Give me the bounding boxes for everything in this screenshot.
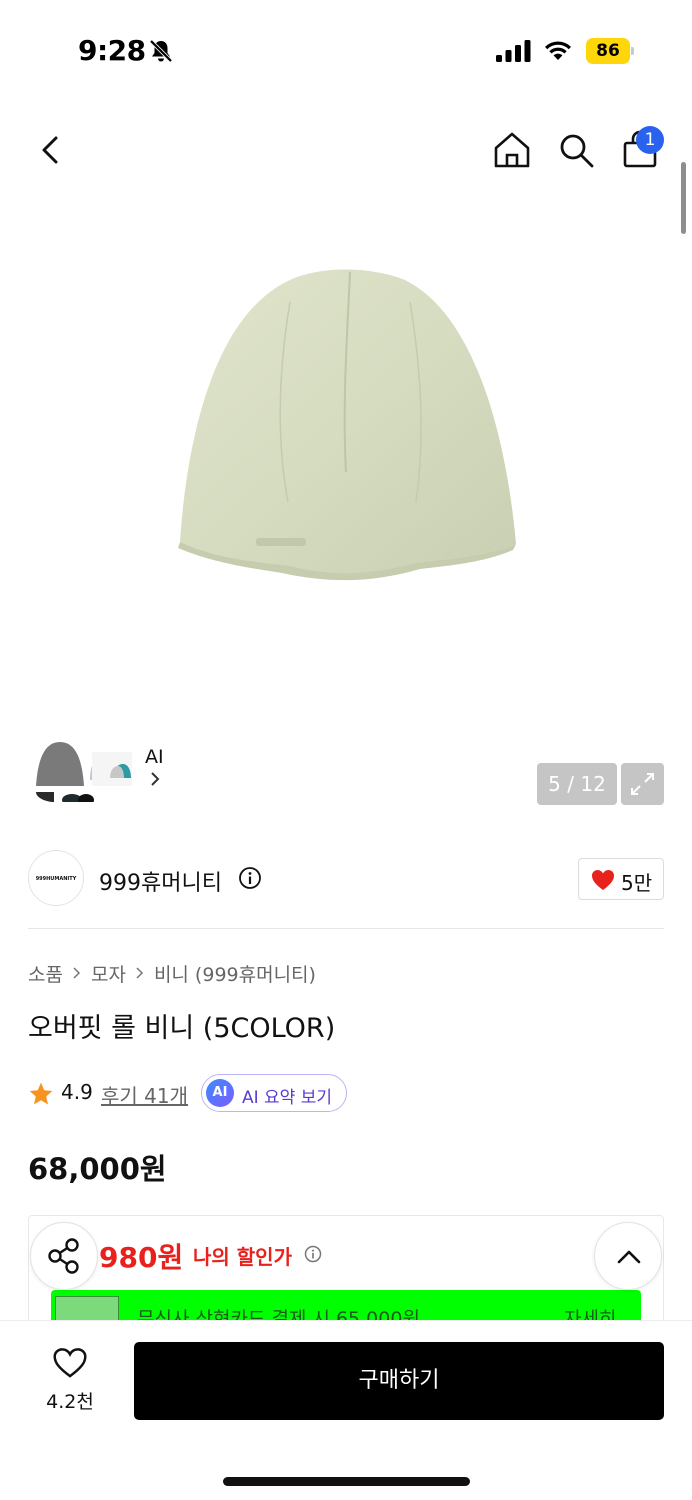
rating-row: 4.9 후기 41개 AI AI 요약 보기	[28, 1074, 668, 1112]
buy-button[interactable]: 구매하기	[134, 1342, 664, 1420]
brand-like-button[interactable]: 5만	[578, 858, 664, 900]
share-button[interactable]	[30, 1222, 98, 1290]
breadcrumb-item[interactable]: 모자	[91, 960, 126, 987]
brand-row: 999HUMANITY 999휴머니티 5만	[28, 850, 664, 908]
product-title: 오버핏 롤 비니 (5COLOR)	[28, 1013, 336, 1044]
brand-logo[interactable]: 999HUMANITY	[28, 850, 84, 906]
battery-tip	[631, 47, 634, 55]
rating-value: 4.9	[61, 1080, 93, 1104]
review-link[interactable]: 후기 41개	[101, 1080, 188, 1109]
discount-price: 980원	[99, 1241, 184, 1274]
bottom-action-bar: 4.2천 구매하기	[0, 1320, 692, 1500]
chevron-right-icon	[73, 967, 81, 979]
product-image[interactable]	[170, 262, 522, 582]
image-page-counter: 5 / 12	[537, 763, 617, 805]
top-nav	[0, 120, 692, 180]
thumbnail-image	[32, 736, 136, 802]
ai-thumbnail-card[interactable]: AI	[28, 732, 176, 806]
brand-name[interactable]: 999휴머니티	[99, 865, 222, 897]
home-indicator[interactable]	[223, 1477, 470, 1486]
signal-icon	[496, 40, 531, 62]
product-price: 68,000원	[28, 1152, 167, 1186]
ai-badge-icon: AI	[206, 1079, 234, 1107]
home-icon[interactable]	[490, 128, 534, 172]
share-icon	[48, 1238, 79, 1274]
wishlist-count: 4.2천	[46, 1391, 94, 1413]
battery-level: 86	[586, 38, 630, 64]
ai-summary-label: AI 요약 보기	[242, 1088, 333, 1108]
expand-icon[interactable]	[621, 763, 664, 805]
info-icon[interactable]	[238, 866, 262, 890]
info-icon[interactable]	[304, 1245, 322, 1263]
scroll-indicator	[681, 162, 686, 234]
wifi-icon	[545, 41, 571, 60]
ai-summary-button[interactable]: AI AI 요약 보기	[201, 1074, 347, 1112]
back-icon[interactable]	[32, 128, 68, 172]
battery-indicator: 86	[586, 38, 634, 64]
heart-icon	[592, 870, 614, 890]
brand-like-count: 5만	[621, 871, 653, 895]
chevron-right-icon	[136, 967, 143, 979]
discount-card: 980원 나의 할인가 무신사 상현카드 결제 시 65,000원 자세히	[28, 1215, 664, 1325]
scroll-top-button[interactable]	[594, 1222, 662, 1290]
cart-badge: 1	[636, 126, 664, 154]
chevron-up-icon	[617, 1250, 641, 1264]
divider	[28, 928, 664, 929]
breadcrumb: 소품 모자 비니 (999휴머니티)	[28, 960, 316, 986]
breadcrumb-item[interactable]: 소품	[28, 960, 63, 987]
status-bar: 9:28 86	[0, 0, 692, 100]
wishlist-button[interactable]: 4.2천	[30, 1345, 110, 1425]
search-icon[interactable]	[554, 128, 598, 172]
breadcrumb-item[interactable]: 비니 (999휴머니티)	[154, 960, 316, 987]
star-icon	[29, 1082, 53, 1105]
discount-label: 나의 할인가	[193, 1245, 292, 1269]
thumbnail-ai-label: AI	[145, 746, 164, 768]
status-time: 9:28	[78, 34, 146, 67]
heart-icon	[53, 1348, 87, 1378]
bell-slash-icon	[149, 39, 173, 63]
chevron-right-icon	[151, 772, 160, 786]
